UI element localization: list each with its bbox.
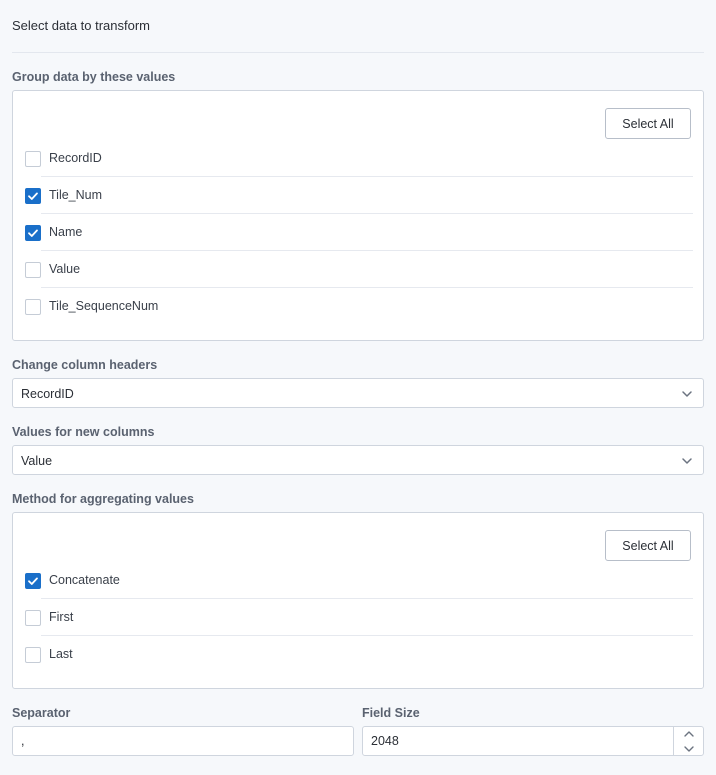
aggregation-item-concatenate[interactable]: Concatenate [13, 562, 703, 599]
group-by-select-all-button[interactable]: Select All [605, 108, 691, 139]
checkbox-icon[interactable] [25, 225, 41, 241]
stepper-up-button[interactable] [674, 726, 704, 741]
column-headers-dropdown[interactable]: RecordID [12, 378, 704, 408]
checkbox-label: Name [49, 225, 83, 239]
checkbox-label: Value [49, 262, 81, 276]
aggregation-item-first[interactable]: First [13, 599, 703, 636]
group-by-item-tile-num[interactable]: Tile_Num [13, 177, 703, 214]
group-by-item-tile-sequencenum[interactable]: Tile_SequenceNum [13, 288, 703, 325]
group-by-item-name[interactable]: Name [13, 214, 703, 251]
group-by-item-value[interactable]: Value [13, 251, 703, 288]
separator-input[interactable] [12, 726, 354, 756]
aggregation-label: Method for aggregating values [12, 492, 194, 506]
checkbox-icon[interactable] [25, 151, 41, 167]
aggregation-item-last[interactable]: Last [13, 636, 703, 673]
dropdown-value: Value [21, 454, 53, 468]
checkbox-icon[interactable] [25, 262, 41, 278]
new-column-values-label: Values for new columns [12, 425, 155, 439]
aggregation-select-all-button[interactable]: Select All [605, 530, 691, 561]
checkbox-icon[interactable] [25, 573, 41, 589]
checkbox-label: First [49, 610, 74, 624]
chevron-down-icon [682, 391, 692, 397]
chevron-up-icon [684, 730, 694, 737]
page-title: Select data to transform [12, 18, 151, 33]
transform-config-panel: Select data to transform Group data by t… [0, 0, 716, 775]
field-size-input[interactable] [362, 726, 704, 756]
checkbox-label: Tile_Num [49, 188, 103, 202]
checkbox-label: RecordID [49, 151, 102, 165]
field-size-label: Field Size [362, 706, 420, 720]
chevron-down-icon [684, 745, 694, 752]
checkbox-icon[interactable] [25, 610, 41, 626]
checkbox-label: Concatenate [49, 573, 120, 587]
chevron-down-icon [682, 458, 692, 464]
group-by-panel: Select All RecordID Tile_Num Name Value … [12, 90, 704, 341]
field-size-stepper [673, 726, 704, 756]
separator-label: Separator [12, 706, 71, 720]
stepper-down-button[interactable] [674, 741, 704, 756]
group-by-item-recordid[interactable]: RecordID [13, 140, 703, 177]
header-divider [12, 52, 704, 53]
new-column-values-dropdown[interactable]: Value [12, 445, 704, 475]
checkbox-icon[interactable] [25, 647, 41, 663]
checkbox-icon[interactable] [25, 188, 41, 204]
group-by-label: Group data by these values [12, 70, 176, 84]
dropdown-value: RecordID [21, 387, 74, 401]
checkbox-label: Tile_SequenceNum [49, 299, 159, 313]
checkbox-icon[interactable] [25, 299, 41, 315]
aggregation-panel: Select All Concatenate First Last [12, 512, 704, 689]
column-headers-label: Change column headers [12, 358, 158, 372]
checkbox-label: Last [49, 647, 73, 661]
